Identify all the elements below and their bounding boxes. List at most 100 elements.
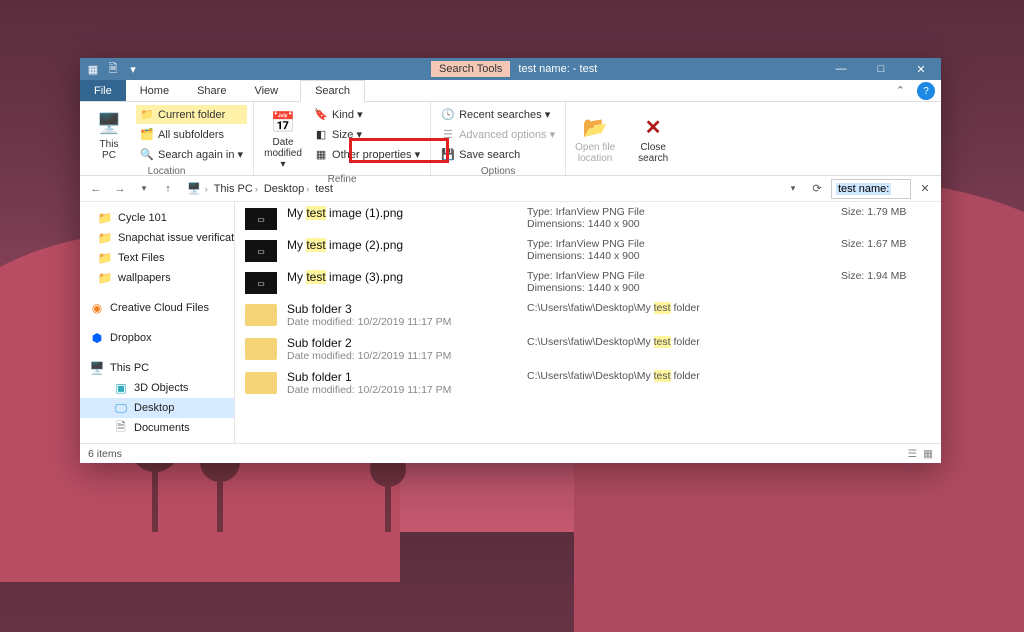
close-search-button[interactable]: ✕ Close search (630, 105, 676, 171)
context-tab: Search Tools (431, 61, 510, 77)
recent-icon: 🕓 (441, 108, 455, 122)
recent-locations-button[interactable]: ▾ (134, 179, 154, 199)
cloud-icon: ◉ (90, 301, 104, 315)
quick-folder-icon[interactable]: ▾ (126, 62, 140, 76)
crumb-thispc[interactable]: This PC › (212, 183, 260, 195)
titlebar: ▦ 🗎 ▾ Search Tools test name: - test — □… (80, 58, 941, 80)
sidebar-item-cycle101[interactable]: 📁Cycle 101 (80, 208, 234, 228)
sidebar-item-3dobjects[interactable]: ▣3D Objects (80, 378, 234, 398)
details-view-button[interactable]: ☰ (908, 448, 917, 460)
ribbon-group-refine: 📅 Date modified ▾ 🔖Kind ▾ ◧Size ▾ ▦Other… (254, 102, 431, 175)
current-folder-button[interactable]: 📁Current folder (136, 105, 247, 124)
tab-share[interactable]: Share (183, 80, 240, 101)
tab-file[interactable]: File (80, 80, 126, 101)
address-bar: ← → ▾ ↑ 🖥️ › This PC › Desktop › test ▾ … (80, 176, 941, 202)
pc-icon: 🖥️ (90, 361, 104, 375)
result-date: Date modified: 10/2/2019 11:17 PM (287, 316, 517, 328)
sidebar-item-creativecloud[interactable]: ◉Creative Cloud Files (80, 298, 234, 318)
sidebar: 📁Cycle 101 📁Snapchat issue verificati 📁T… (80, 202, 235, 443)
tab-view[interactable]: View (240, 80, 292, 101)
this-pc-button[interactable]: 🖥️ This PC (86, 105, 132, 164)
recent-searches-button[interactable]: 🕓Recent searches ▾ (437, 105, 559, 124)
refresh-button[interactable]: ⟳ (807, 182, 827, 195)
search-again-in-button[interactable]: 🔍Search again in ▾ (136, 145, 247, 164)
forward-button[interactable]: → (110, 179, 130, 199)
search-input[interactable]: test name: (831, 179, 911, 199)
ribbon-tabs: File Home Share View Search ⌃ ? (80, 80, 941, 102)
result-meta: C:\Users\fatiw\Desktop\My test folder (527, 370, 831, 382)
sidebar-item-thispc[interactable]: 🖥️This PC (80, 358, 234, 378)
size-button[interactable]: ◧Size ▾ (310, 125, 424, 144)
ribbon-group-location: 🖥️ This PC 📁Current folder 🗂️All subfold… (80, 102, 254, 175)
folder-icon: 📁 (140, 108, 154, 122)
group-label-refine: Refine (260, 172, 424, 187)
pc-icon: 🖥️ (94, 109, 124, 139)
sidebar-item-textfiles[interactable]: 📁Text Files (80, 248, 234, 268)
advanced-icon: ☰ (441, 128, 455, 142)
close-button[interactable]: ✕ (901, 58, 941, 80)
other-properties-button[interactable]: ▦Other properties ▾ (310, 145, 424, 164)
calendar-icon: 📅 (268, 107, 298, 137)
result-date: Date modified: 10/2/2019 11:17 PM (287, 350, 517, 362)
sidebar-item-documents[interactable]: 🗎Documents (80, 418, 234, 438)
folder-icon: 📁 (98, 211, 112, 225)
ribbon-group-close: ✕ Close search (624, 102, 682, 175)
sidebar-item-dropbox[interactable]: ⬢Dropbox (80, 328, 234, 348)
group-label-options: Options (437, 164, 559, 179)
properties-icon: ▦ (314, 148, 328, 162)
document-icon: 🗎 (114, 421, 128, 435)
result-row[interactable]: Sub folder 1Date modified: 10/2/2019 11:… (235, 366, 941, 400)
folder-icon (245, 304, 277, 326)
date-modified-button[interactable]: 📅 Date modified ▾ (260, 105, 306, 172)
result-name: My test image (1).png (287, 206, 517, 220)
maximize-button[interactable]: □ (861, 58, 901, 80)
result-row[interactable]: Sub folder 3Date modified: 10/2/2019 11:… (235, 298, 941, 332)
all-subfolders-button[interactable]: 🗂️All subfolders (136, 125, 247, 144)
folder-icon: 📁 (98, 231, 112, 245)
results-list: ▭ My test image (1).png Type: IrfanView PN… (235, 202, 941, 443)
folder-icon: 📁 (98, 271, 112, 285)
up-button[interactable]: ↑ (158, 179, 178, 199)
minimize-button[interactable]: — (821, 58, 861, 80)
sidebar-item-desktop[interactable]: 🖵Desktop (80, 398, 234, 418)
advanced-options-button[interactable]: ☰Advanced options ▾ (437, 125, 559, 144)
folder-icon: 📁 (98, 251, 112, 265)
open-file-location-button: 📂 Open file location (572, 105, 618, 171)
icons-view-button[interactable]: ▦ (923, 448, 933, 460)
result-meta: C:\Users\fatiw\Desktop\My test folder (527, 302, 831, 314)
result-meta: Type: IrfanView PNG FileDimensions: 1440… (527, 270, 831, 294)
address-dropdown-button[interactable]: ▾ (783, 179, 803, 199)
sidebar-item-wallpapers[interactable]: 📁wallpapers (80, 268, 234, 288)
image-thumbnail: ▭ (245, 208, 277, 230)
result-name: My test image (2).png (287, 238, 517, 252)
desktop-icon: 🖵 (114, 401, 128, 415)
result-name: Sub folder 1 (287, 370, 517, 384)
search-value: test name: (836, 183, 891, 195)
status-bar: 6 items ☰ ▦ (80, 443, 941, 463)
ribbon-group-openfile: 📂 Open file location (566, 102, 624, 175)
back-button[interactable]: ← (86, 179, 106, 199)
image-thumbnail: ▭ (245, 272, 277, 294)
result-meta: C:\Users\fatiw\Desktop\My test folder (527, 336, 831, 348)
group-label-location: Location (86, 164, 247, 179)
clear-search-button[interactable]: ✕ (915, 179, 935, 199)
close-x-icon: ✕ (638, 112, 668, 142)
item-count: 6 items (88, 448, 122, 460)
result-row[interactable]: Sub folder 2Date modified: 10/2/2019 11:… (235, 332, 941, 366)
search-icon: 🔍 (140, 148, 154, 162)
help-icon[interactable]: ? (917, 82, 935, 100)
tab-search[interactable]: Search (300, 80, 365, 102)
result-size: Size: 1.67 MB (841, 238, 931, 250)
result-row[interactable]: ▭My test image (1).pngType: IrfanView PN… (235, 202, 941, 234)
kind-button[interactable]: 🔖Kind ▾ (310, 105, 424, 124)
tab-home[interactable]: Home (126, 80, 183, 101)
quick-file-icon[interactable]: 🗎 (106, 62, 120, 76)
collapse-ribbon-button[interactable]: ⌃ (890, 80, 911, 101)
size-icon: ◧ (314, 128, 328, 142)
result-size: Size: 1.94 MB (841, 270, 931, 282)
sidebar-item-snapchat[interactable]: 📁Snapchat issue verificati (80, 228, 234, 248)
result-row[interactable]: ▭My test image (3).pngType: IrfanView PN… (235, 266, 941, 298)
save-search-button[interactable]: 💾Save search (437, 145, 559, 164)
result-row[interactable]: ▭My test image (2).pngType: IrfanView PN… (235, 234, 941, 266)
subfolders-icon: 🗂️ (140, 128, 154, 142)
